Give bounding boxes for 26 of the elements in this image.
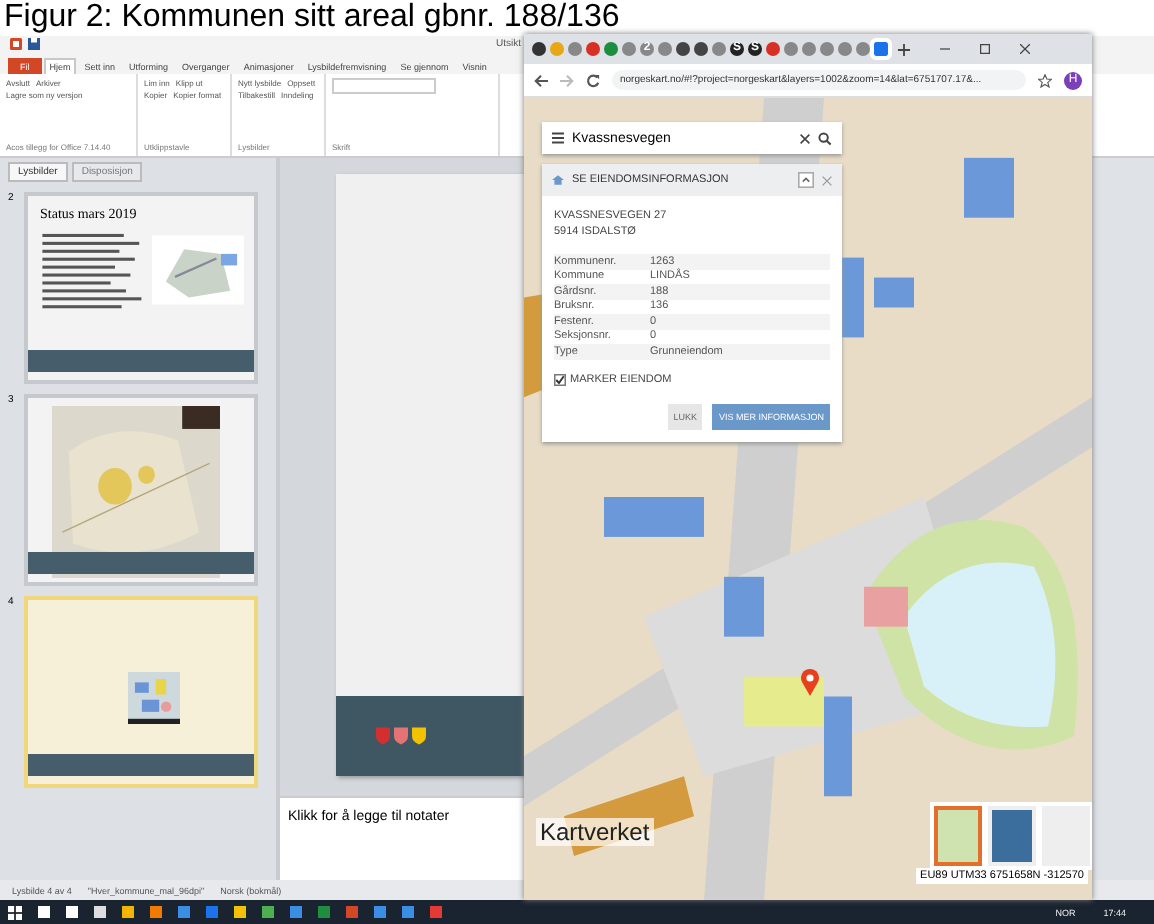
- star-icon[interactable]: [1038, 73, 1052, 87]
- save-icon[interactable]: [28, 38, 40, 50]
- clear-icon[interactable]: [800, 133, 810, 143]
- menu-icon[interactable]: [552, 132, 564, 144]
- browser-tab[interactable]: [694, 42, 708, 56]
- new-tab-icon[interactable]: [898, 43, 910, 55]
- maximize-icon[interactable]: [980, 44, 990, 54]
- minimize-icon[interactable]: [940, 44, 950, 54]
- browser-tab[interactable]: [676, 42, 690, 56]
- basemap-thumbnail[interactable]: [934, 806, 982, 866]
- start-icon[interactable]: [8, 905, 22, 919]
- back-arrow-icon[interactable]: [534, 73, 548, 87]
- slide-thumbnail[interactable]: [24, 596, 258, 788]
- checkbox[interactable]: [554, 373, 566, 385]
- figure-caption: Figur 2: Kommunen sitt areal gbnr. 188/136: [2, 0, 622, 36]
- map-pin-icon: [800, 668, 820, 696]
- home-icon: [552, 174, 564, 186]
- close-icon[interactable]: [1020, 44, 1030, 54]
- collapse-icon[interactable]: [798, 172, 814, 188]
- search-icon[interactable]: [818, 131, 832, 145]
- map-logo: Kartverket: [536, 818, 654, 846]
- font-field[interactable]: [332, 78, 436, 94]
- browser-tab[interactable]: [532, 42, 546, 56]
- slide-thumbnail[interactable]: [24, 394, 258, 586]
- reload-icon[interactable]: [586, 73, 600, 87]
- forward-arrow-icon[interactable]: [560, 73, 574, 87]
